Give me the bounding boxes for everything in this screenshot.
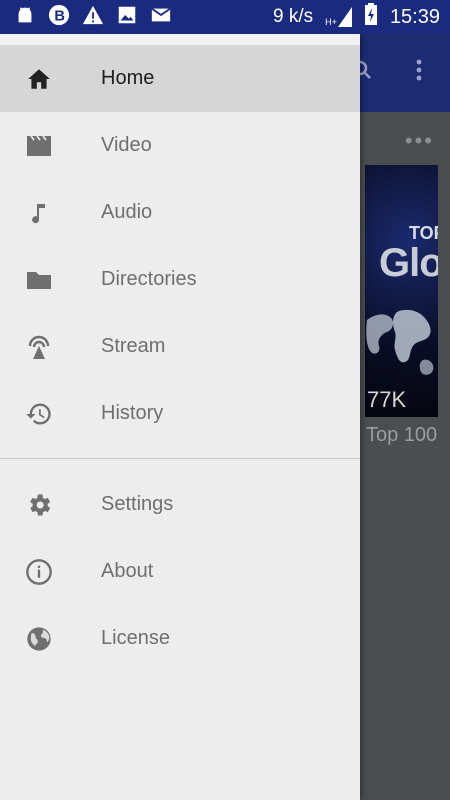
drawer-item-label: Video [101,134,152,156]
status-system-icons: 9 k/s H+ 15:39 [273,3,440,31]
drawer-item-settings[interactable]: Settings [0,471,360,538]
drawer-header-strip [0,34,360,45]
home-icon [24,64,54,94]
drawer-item-stream[interactable]: Stream [0,313,360,380]
svg-text:B: B [54,8,65,24]
view-count: 77K [367,387,407,412]
video-icon [24,131,54,161]
playlist-thumbnail[interactable]: TOP Glo 77K [365,165,438,417]
playlist-title[interactable]: Top 100 [366,424,437,447]
info-icon [24,557,54,587]
status-notification-icons: B [14,4,172,31]
overflow-menu-icon[interactable] [409,58,429,87]
warning-icon [82,4,104,31]
android-icon [14,4,36,31]
thumbnail-big-text: Glo [379,241,438,285]
history-icon [24,399,54,429]
network-speed: 9 k/s [273,6,314,27]
folder-icon [24,265,54,295]
b-icon: B [48,4,70,31]
music-note-icon [24,198,54,228]
navigation-drawer: Home Video Audio Directories Stream Hist… [0,34,360,800]
drawer-item-video[interactable]: Video [0,112,360,179]
status-bar: B 9 k/s H+ 15:39 [0,0,450,34]
globe-icon [24,624,54,654]
drawer-item-history[interactable]: History [0,380,360,447]
drawer-item-label: License [101,627,170,649]
drawer-item-home[interactable]: Home [0,45,360,112]
stream-antenna-icon [24,332,54,362]
image-icon [116,4,138,31]
drawer-item-directories[interactable]: Directories [0,246,360,313]
drawer-item-license[interactable]: License [0,605,360,672]
drawer-item-label: Stream [101,335,166,357]
drawer-item-label: Settings [101,493,174,515]
drawer-item-about[interactable]: About [0,538,360,605]
drawer-item-label: Audio [101,201,153,223]
signal-icon: H+ [325,7,352,27]
clock: 15:39 [389,5,440,28]
network-type-label: H+ [325,17,337,27]
world-map-graphic [366,309,434,375]
drawer-item-label: Home [101,67,155,89]
more-horiz-icon[interactable]: ••• [405,128,434,154]
mail-icon [150,4,172,31]
drawer-item-label: Directories [101,268,197,290]
gear-icon [24,490,54,520]
drawer-item-label: About [101,560,154,582]
drawer-divider [0,458,360,459]
drawer-item-label: History [101,402,164,424]
drawer-item-audio[interactable]: Audio [0,179,360,246]
battery-icon [364,3,378,31]
